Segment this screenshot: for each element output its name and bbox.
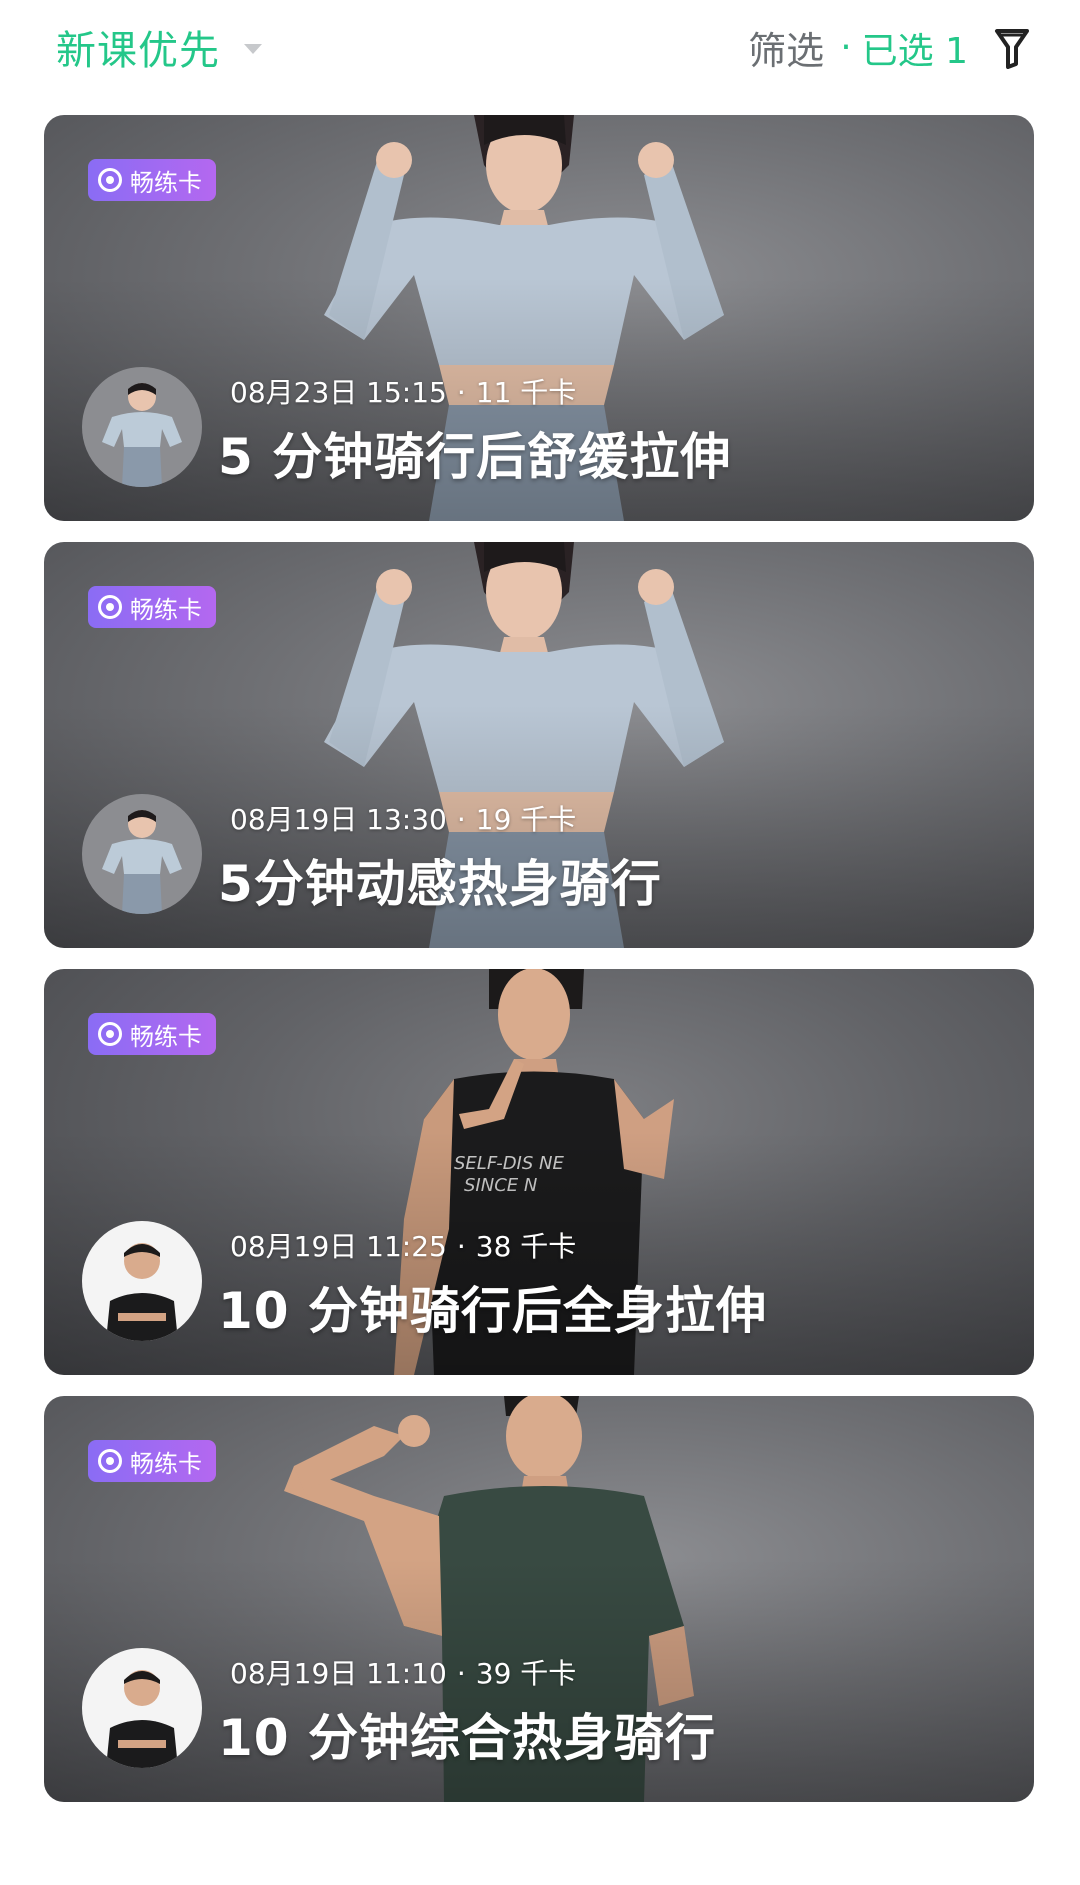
sort-dropdown[interactable]: 新课优先 bbox=[56, 18, 262, 76]
caret-down-icon bbox=[244, 44, 262, 54]
course-meta: 08月19日 13:30 · 19 千卡 bbox=[230, 798, 576, 838]
course-card[interactable]: 畅练卡 08月23日 15:15 · 11 千卡 5 分钟骑行后舒缓拉伸 bbox=[44, 115, 1034, 521]
course-card[interactable]: 畅练卡 08月19日 13:30 · 19 千卡 5分钟动感热身骑行 bbox=[44, 542, 1034, 948]
course-title: 10 分钟综合热身骑行 bbox=[218, 1709, 716, 1767]
course-calories: 38 千卡 bbox=[475, 1230, 577, 1263]
coach-avatar bbox=[82, 1648, 202, 1768]
course-date: 08月23日 15:15 bbox=[230, 376, 447, 409]
course-card[interactable]: 畅练卡 08月19日 11:10 · 39 千卡 10 分钟综合热身骑行 bbox=[44, 1396, 1034, 1802]
course-date: 08月19日 11:25 bbox=[230, 1230, 447, 1263]
pass-badge: 畅练卡 bbox=[88, 159, 216, 201]
pass-badge: 畅练卡 bbox=[88, 586, 216, 628]
badge-label: 畅练卡 bbox=[130, 1449, 202, 1478]
pass-badge: 畅练卡 bbox=[88, 1440, 216, 1482]
badge-label: 畅练卡 bbox=[130, 595, 202, 624]
course-calories: 39 千卡 bbox=[475, 1657, 577, 1690]
course-date: 08月19日 13:30 bbox=[230, 803, 447, 836]
course-meta: 08月23日 15:15 · 11 千卡 bbox=[230, 371, 576, 411]
course-meta: 08月19日 11:25 · 38 千卡 bbox=[230, 1225, 576, 1265]
course-title: 10 分钟骑行后全身拉伸 bbox=[218, 1282, 767, 1340]
coach-avatar bbox=[82, 1221, 202, 1341]
badge-label: 畅练卡 bbox=[130, 168, 202, 197]
course-card[interactable]: SELF-DIS NE SINCE N 畅练卡 08月19日 11:25·38 … bbox=[44, 969, 1034, 1375]
play-circle-icon bbox=[98, 1022, 122, 1046]
coach-avatar bbox=[82, 794, 202, 914]
course-title: 5分钟动感热身骑行 bbox=[218, 855, 662, 913]
course-calories: 19 千卡 bbox=[475, 803, 577, 836]
pass-badge: 畅练卡 bbox=[88, 1013, 216, 1055]
badge-label: 畅练卡 bbox=[130, 1022, 202, 1051]
filter-icon bbox=[995, 28, 1029, 69]
play-circle-icon bbox=[98, 595, 122, 619]
course-title: 5 分钟骑行后舒缓拉伸 bbox=[218, 428, 732, 486]
play-circle-icon bbox=[98, 168, 122, 192]
coach-avatar bbox=[82, 367, 202, 487]
filter-selected-count: 已选 1 bbox=[861, 30, 968, 72]
course-date: 08月19日 11:10 bbox=[230, 1657, 447, 1690]
meta-separator: · bbox=[456, 1230, 466, 1263]
course-meta: 08月19日 11:10 · 39 千卡 bbox=[230, 1652, 576, 1692]
meta-separator: · bbox=[456, 803, 466, 836]
play-circle-icon bbox=[98, 1449, 122, 1473]
filter-label: 筛选 bbox=[748, 29, 825, 73]
course-calories: 11 千卡 bbox=[475, 376, 577, 409]
filter-button[interactable]: 筛选 · 已选 1 bbox=[748, 20, 1030, 75]
filter-separator: · bbox=[840, 27, 852, 68]
meta-separator: · bbox=[456, 376, 466, 409]
sort-label: 新课优先 bbox=[56, 28, 220, 74]
top-bar: 新课优先 筛选 · 已选 1 bbox=[0, 0, 1080, 110]
meta-separator: · bbox=[456, 1657, 466, 1690]
